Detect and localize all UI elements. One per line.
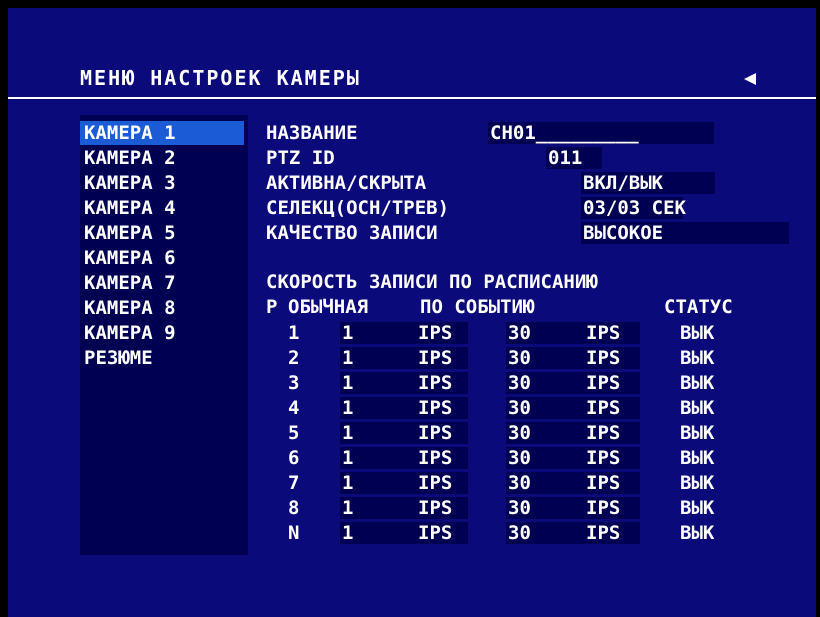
event-rate-unit[interactable]: IPS — [586, 446, 620, 470]
camera-item-8[interactable]: КАМЕРА 8 — [80, 296, 244, 320]
select-label: СЕЛЕКЦ(ОСН/ТРЕВ) — [266, 197, 450, 219]
camera-item-1[interactable]: КАМЕРА 1 — [80, 121, 244, 145]
status-value[interactable]: ВЫК — [680, 396, 714, 420]
name-label: НАЗВАНИЕ — [266, 122, 358, 144]
camera-item-7[interactable]: КАМЕРА 7 — [80, 271, 244, 295]
select-field[interactable]: 03/03 СЕК — [583, 196, 686, 220]
osd-screen: МЕНЮ НАСТРОЕК КАМЕРЫ КАМЕРА 1 КАМЕРА 2 К… — [8, 8, 816, 617]
row-number: 6 — [288, 447, 300, 469]
normal-rate-unit[interactable]: IPS — [418, 521, 452, 545]
normal-rate-unit[interactable]: IPS — [418, 421, 452, 445]
col-header-p: Р — [266, 296, 278, 318]
status-value[interactable]: ВЫК — [680, 496, 714, 520]
camera-item-2[interactable]: КАМЕРА 2 — [80, 146, 244, 170]
col-header-event: ПО СОБЫТИЮ — [420, 296, 535, 318]
normal-rate-unit[interactable]: IPS — [418, 371, 452, 395]
normal-rate-value[interactable]: 1 — [342, 396, 353, 420]
summary-item[interactable]: РЕЗЮМЕ — [80, 346, 244, 370]
event-rate-value[interactable]: 30 — [508, 421, 531, 445]
event-rate-unit[interactable]: IPS — [586, 396, 620, 420]
col-header-status: СТАТУС — [664, 296, 733, 318]
normal-rate-value[interactable]: 1 — [342, 346, 353, 370]
normal-rate-value[interactable]: 1 — [342, 446, 353, 470]
event-rate-unit[interactable]: IPS — [586, 496, 620, 520]
normal-rate-unit[interactable]: IPS — [418, 446, 452, 470]
ptz-id-label: PTZ ID — [266, 147, 335, 169]
ptz-id-field[interactable]: 011 — [548, 146, 582, 170]
normal-rate-value[interactable]: 1 — [342, 471, 353, 495]
row-number: 2 — [288, 347, 300, 369]
normal-rate-value[interactable]: 1 — [342, 521, 353, 545]
event-rate-unit[interactable]: IPS — [586, 321, 620, 345]
left-arrow-icon[interactable] — [743, 72, 757, 86]
normal-rate-unit[interactable]: IPS — [418, 496, 452, 520]
active-hidden-label: АКТИВНА/СКРЫТА — [266, 172, 427, 194]
event-rate-unit[interactable]: IPS — [586, 346, 620, 370]
camera-item-9[interactable]: КАМЕРА 9 — [80, 321, 244, 345]
row-number: 1 — [288, 322, 300, 344]
quality-label: КАЧЕСТВО ЗАПИСИ — [266, 222, 438, 244]
normal-rate-unit[interactable]: IPS — [418, 321, 452, 345]
camera-item-6[interactable]: КАМЕРА 6 — [80, 246, 244, 270]
camera-list-panel: КАМЕРА 1 КАМЕРА 2 КАМЕРА 3 КАМЕРА 4 КАМЕ… — [80, 115, 248, 555]
event-rate-unit[interactable]: IPS — [586, 521, 620, 545]
event-rate-value[interactable]: 30 — [508, 396, 531, 420]
col-header-normal: ОБЫЧНАЯ — [288, 296, 369, 318]
status-value[interactable]: ВЫК — [680, 421, 714, 445]
camera-item-5[interactable]: КАМЕРА 5 — [80, 221, 244, 245]
event-rate-value[interactable]: 30 — [508, 346, 531, 370]
row-number: 7 — [288, 472, 300, 494]
event-rate-unit[interactable]: IPS — [586, 421, 620, 445]
event-rate-value[interactable]: 30 — [508, 496, 531, 520]
row-number: 8 — [288, 497, 300, 519]
event-rate-value[interactable]: 30 — [508, 521, 531, 545]
normal-rate-unit[interactable]: IPS — [418, 471, 452, 495]
camera-item-4[interactable]: КАМЕРА 4 — [80, 196, 244, 220]
normal-rate-unit[interactable]: IPS — [418, 396, 452, 420]
status-value[interactable]: ВЫК — [680, 521, 714, 545]
quality-field[interactable]: ВЫСОКОЕ — [583, 221, 663, 245]
normal-rate-unit[interactable]: IPS — [418, 346, 452, 370]
event-rate-value[interactable]: 30 — [508, 371, 531, 395]
event-rate-value[interactable]: 30 — [508, 321, 531, 345]
menu-title: МЕНЮ НАСТРОЕК КАМЕРЫ — [80, 66, 361, 90]
normal-rate-value[interactable]: 1 — [342, 421, 353, 445]
row-number: N — [288, 522, 300, 544]
normal-rate-value[interactable]: 1 — [342, 321, 353, 345]
normal-rate-value[interactable]: 1 — [342, 496, 353, 520]
event-rate-value[interactable]: 30 — [508, 471, 531, 495]
title-divider — [8, 97, 816, 99]
schedule-heading: СКОРОСТЬ ЗАПИСИ ПО РАСПИСАНИЮ — [266, 271, 598, 293]
event-rate-unit[interactable]: IPS — [586, 471, 620, 495]
row-number: 3 — [288, 372, 300, 394]
status-value[interactable]: ВЫК — [680, 446, 714, 470]
row-number: 5 — [288, 422, 300, 444]
name-field[interactable]: CH01_________ — [490, 121, 639, 145]
normal-rate-value[interactable]: 1 — [342, 371, 353, 395]
event-rate-value[interactable]: 30 — [508, 446, 531, 470]
row-number: 4 — [288, 397, 300, 419]
camera-item-3[interactable]: КАМЕРА 3 — [80, 171, 244, 195]
active-hidden-field[interactable]: ВКЛ/ВЫК — [583, 171, 663, 195]
event-rate-unit[interactable]: IPS — [586, 371, 620, 395]
status-value[interactable]: ВЫК — [680, 371, 714, 395]
status-value[interactable]: ВЫК — [680, 471, 714, 495]
status-value[interactable]: ВЫК — [680, 321, 714, 345]
status-value[interactable]: ВЫК — [680, 346, 714, 370]
